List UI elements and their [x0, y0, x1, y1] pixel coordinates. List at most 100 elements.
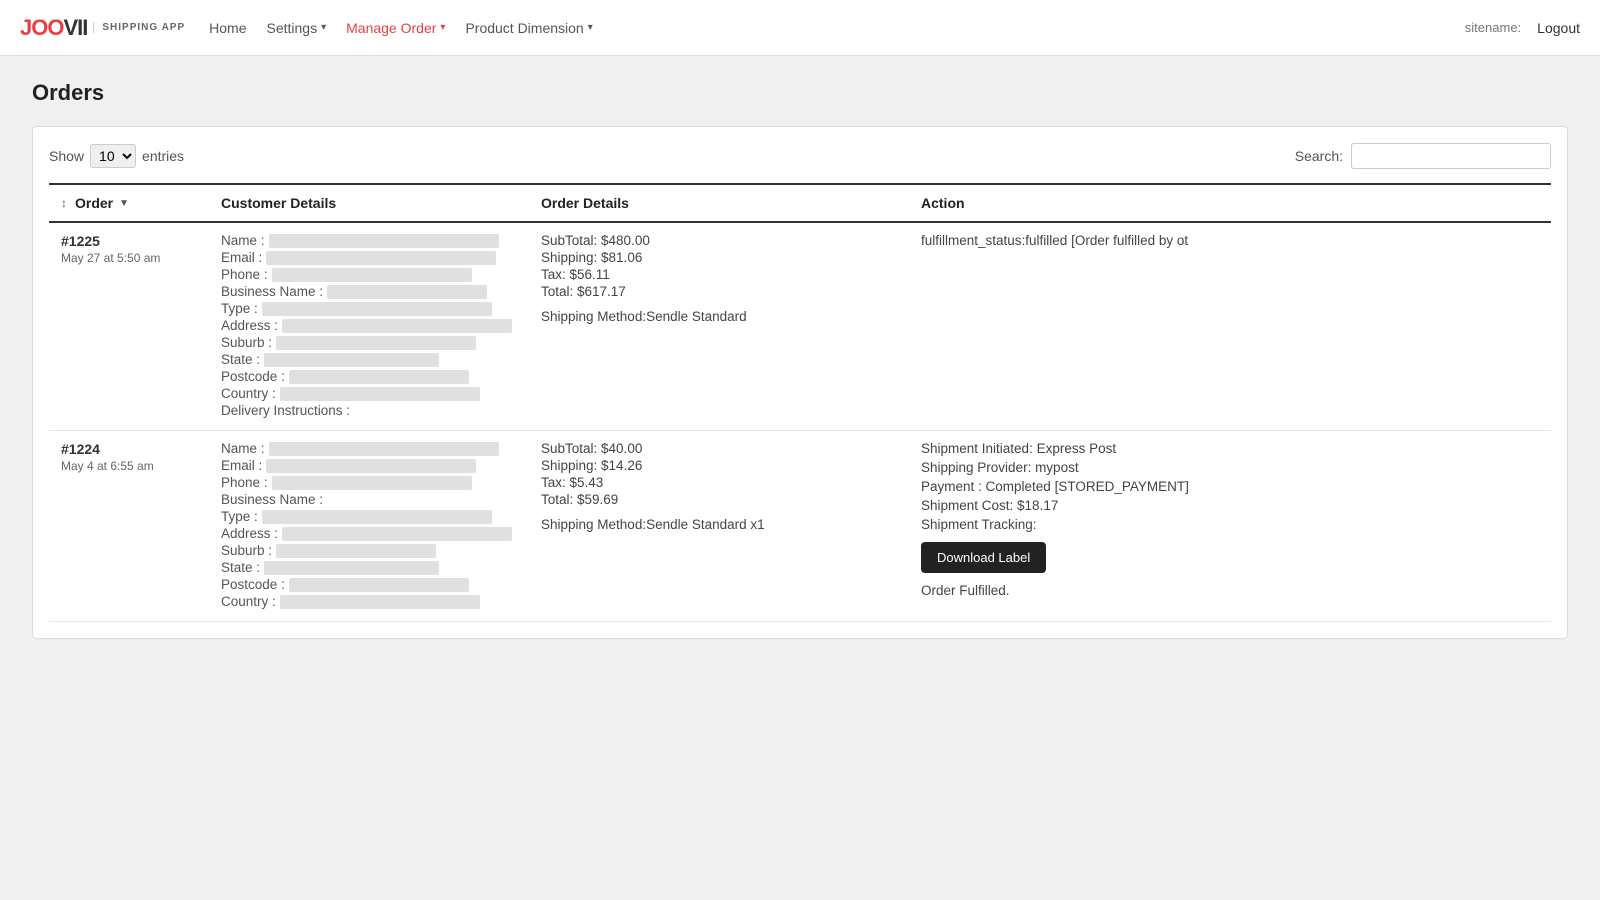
customer-field: Business Name : [221, 284, 517, 299]
nav-home[interactable]: Home [209, 16, 246, 40]
table-row: #1225 May 27 at 5:50 am Name : Email : P… [49, 222, 1551, 431]
customer-field: Country : [221, 386, 517, 401]
tax: Tax: $5.43 [541, 475, 897, 490]
sitename-label: sitename: [1465, 20, 1521, 35]
customer-field-bar [289, 578, 469, 592]
payment-status: Payment : Completed [STORED_PAYMENT] [921, 479, 1539, 494]
entries-select[interactable]: 10 25 50 [90, 144, 136, 168]
order-date: May 27 at 5:50 am [61, 251, 197, 265]
customer-field: State : [221, 352, 517, 367]
customer-field-label: Name : [221, 441, 265, 456]
customer-field: Email : [221, 458, 517, 473]
customer-field: Phone : [221, 267, 517, 282]
customer-field-label: Phone : [221, 475, 268, 490]
customer-field-bar [276, 336, 476, 350]
shipment-initiated: Shipment Initiated: Express Post [921, 441, 1539, 456]
settings-dropdown-arrow: ▾ [321, 22, 326, 33]
order-cell-0: #1225 May 27 at 5:50 am [49, 222, 209, 431]
action-cell-0: fulfillment_status:fulfilled [Order fulf… [909, 222, 1551, 431]
customer-field: Type : [221, 301, 517, 316]
col-header-action: Action [909, 184, 1551, 222]
show-entries: Show 10 25 50 entries [49, 144, 184, 168]
page-content: Orders Show 10 25 50 entries Search: [0, 56, 1600, 663]
customer-field-bar [272, 476, 472, 490]
customer-field-label: Postcode : [221, 369, 285, 384]
customer-field-bar [282, 527, 512, 541]
nav-manage-order[interactable]: Manage Order ▾ [346, 16, 445, 40]
brand-subtitle: SHIPPING APP [93, 22, 185, 33]
customer-field-bar [269, 234, 499, 248]
navbar: JOOVII SHIPPING APP Home Settings ▾ Mana… [0, 0, 1600, 56]
customer-field-bar [262, 302, 492, 316]
table-header-row: ↕ Order ▼ Customer Details Order Details… [49, 184, 1551, 222]
customer-field-bar [280, 595, 480, 609]
customer-field: State : [221, 560, 517, 575]
download-label-button[interactable]: Download Label [921, 542, 1046, 573]
nav-links: Home Settings ▾ Manage Order ▾ Product D… [209, 16, 1441, 40]
customer-field-label: Country : [221, 594, 276, 609]
shipping-method: Shipping Method:Sendle Standard x1 [541, 517, 897, 532]
logout-button[interactable]: Logout [1537, 20, 1580, 36]
customer-field: Suburb : [221, 543, 517, 558]
customer-field: Email : [221, 250, 517, 265]
order-details-cell-1: SubTotal: $40.00 Shipping: $14.26 Tax: $… [529, 431, 909, 622]
customer-field: Delivery Instructions : [221, 403, 517, 418]
shipment-tracking: Shipment Tracking: [921, 517, 1539, 532]
entries-label: entries [142, 148, 184, 164]
page-title: Orders [32, 80, 1568, 106]
customer-field-bar [269, 442, 499, 456]
filter-icon-order: ▼ [119, 198, 129, 209]
shipping-provider: Shipping Provider: mypost [921, 460, 1539, 475]
customer-field-label: Email : [221, 458, 262, 473]
manage-order-dropdown-arrow: ▾ [440, 22, 445, 33]
nav-settings[interactable]: Settings ▾ [267, 16, 327, 40]
nav-right: sitename: Logout [1465, 20, 1580, 36]
action-cell-1: Shipment Initiated: Express Post Shipping… [909, 431, 1551, 622]
customer-field-label: Postcode : [221, 577, 285, 592]
search-label: Search: [1295, 148, 1343, 164]
customer-field-label: Suburb : [221, 543, 272, 558]
order-details-cell-0: SubTotal: $480.00 Shipping: $81.06 Tax: … [529, 222, 909, 431]
customer-field-bar [264, 561, 439, 575]
total: Total: $59.69 [541, 492, 897, 507]
customer-field-bar [289, 370, 469, 384]
customer-field-label: Email : [221, 250, 262, 265]
orders-table: ↕ Order ▼ Customer Details Order Details… [49, 183, 1551, 622]
table-controls: Show 10 25 50 entries Search: [49, 143, 1551, 169]
customer-field-bar [266, 459, 476, 473]
customer-field-label: Country : [221, 386, 276, 401]
customer-field-label: Phone : [221, 267, 268, 282]
customer-field-label: State : [221, 352, 260, 367]
order-id: #1224 [61, 441, 197, 457]
customer-field-bar [264, 353, 439, 367]
customer-field-label: Type : [221, 509, 258, 524]
shipping-method: Shipping Method:Sendle Standard [541, 309, 897, 324]
customer-cell-1: Name : Email : Phone : Business Name : T… [209, 431, 529, 622]
customer-cell-0: Name : Email : Phone : Business Name : T… [209, 222, 529, 431]
shipping-cost: Shipping: $14.26 [541, 458, 897, 473]
order-fulfilled-text: Order Fulfilled. [921, 583, 1539, 598]
order-id: #1225 [61, 233, 197, 249]
customer-field: Phone : [221, 475, 517, 490]
order-cell-1: #1224 May 4 at 6:55 am [49, 431, 209, 622]
customer-field-label: Business Name : [221, 492, 323, 507]
customer-field: Business Name : [221, 492, 517, 507]
action-status-text: fulfillment_status:fulfilled [Order fulf… [921, 233, 1539, 248]
nav-product-dimension[interactable]: Product Dimension ▾ [465, 16, 592, 40]
brand-logo: JOOVII [20, 15, 87, 41]
customer-field-label: Suburb : [221, 335, 272, 350]
show-label: Show [49, 148, 84, 164]
orders-table-container: Show 10 25 50 entries Search: ↕ [32, 126, 1568, 639]
customer-field-bar [276, 544, 436, 558]
col-header-order[interactable]: ↕ Order ▼ [49, 184, 209, 222]
customer-field: Postcode : [221, 577, 517, 592]
customer-field: Country : [221, 594, 517, 609]
customer-field: Postcode : [221, 369, 517, 384]
tax: Tax: $56.11 [541, 267, 897, 282]
customer-field-label: State : [221, 560, 260, 575]
customer-field: Name : [221, 233, 517, 248]
customer-field-label: Type : [221, 301, 258, 316]
customer-field-bar [266, 251, 496, 265]
search-input[interactable] [1351, 143, 1551, 169]
customer-field: Name : [221, 441, 517, 456]
